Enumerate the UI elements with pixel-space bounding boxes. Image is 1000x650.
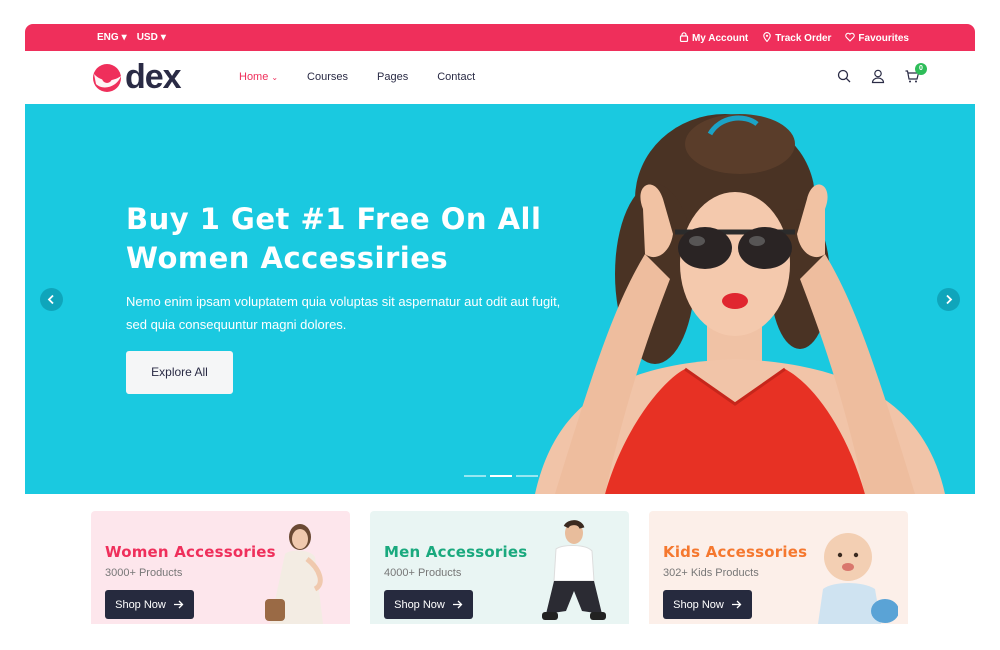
category-subtitle: 3000+ Products bbox=[105, 567, 183, 579]
language-label: ENG bbox=[97, 32, 119, 43]
location-pin-icon bbox=[762, 32, 772, 45]
hero-description-line1: Nemo enim ipsam voluptatem quia voluptas… bbox=[126, 294, 561, 309]
nav-contact-label: Contact bbox=[437, 71, 476, 83]
slider-dot-active[interactable] bbox=[490, 475, 512, 477]
slider-next-button[interactable] bbox=[937, 288, 960, 311]
track-order-link[interactable]: Track Order bbox=[762, 32, 831, 45]
chevron-right-icon bbox=[946, 294, 953, 305]
shop-now-button[interactable]: Shop Now bbox=[663, 590, 752, 619]
track-order-label: Track Order bbox=[775, 33, 832, 44]
category-card-kids[interactable]: Kids Accessories 302+ Kids Products Shop… bbox=[649, 511, 908, 624]
cart-icon[interactable]: 0 bbox=[904, 63, 927, 84]
shop-now-button[interactable]: Shop Now bbox=[384, 590, 473, 619]
category-card-women[interactable]: Women Accessories 3000+ Products Shop No… bbox=[91, 511, 350, 624]
favourites-label: Favourites bbox=[858, 33, 909, 44]
nav-courses-label: Courses bbox=[307, 71, 349, 83]
language-selector[interactable]: ENG ▾ bbox=[97, 32, 127, 43]
category-subtitle: 302+ Kids Products bbox=[663, 567, 759, 579]
nav-pages-label: Pages bbox=[377, 71, 409, 83]
hero-description: Nemo enim ipsam voluptatem quia voluptas… bbox=[126, 290, 596, 336]
men-model-image bbox=[542, 520, 606, 620]
nav-home[interactable]: Home ⌄ bbox=[239, 71, 278, 83]
category-title: Men Accessories bbox=[384, 543, 528, 561]
category-cards: Women Accessories 3000+ Products Shop No… bbox=[91, 511, 908, 624]
category-subtitle: 4000+ Products bbox=[384, 567, 462, 579]
nav-courses[interactable]: Courses bbox=[307, 71, 348, 83]
nav-pages[interactable]: Pages bbox=[377, 71, 408, 83]
nav-contact[interactable]: Contact bbox=[437, 71, 475, 83]
arrow-right-icon bbox=[173, 600, 184, 609]
chevron-down-icon: ▾ bbox=[160, 32, 166, 43]
heart-icon bbox=[845, 32, 856, 45]
category-card-men[interactable]: Men Accessories 4000+ Products Shop Now bbox=[370, 511, 629, 624]
hero-title-line1: Buy 1 Get #1 Free On All bbox=[126, 202, 542, 236]
slider-prev-button[interactable] bbox=[40, 288, 63, 311]
explore-all-button[interactable]: Explore All bbox=[126, 351, 233, 394]
my-account-label: My Account bbox=[691, 33, 749, 44]
hero-slider: Buy 1 Get #1 Free On All Women Accessiri… bbox=[25, 104, 975, 494]
arrow-right-icon bbox=[452, 600, 463, 609]
slider-dot[interactable] bbox=[464, 475, 486, 477]
cart-count-badge: 0 bbox=[915, 63, 927, 75]
my-account-link[interactable]: My Account bbox=[679, 32, 748, 45]
logo-mark-icon bbox=[93, 64, 121, 92]
logo-text: dex bbox=[125, 58, 182, 96]
chevron-down-icon: ▾ bbox=[121, 32, 127, 43]
logo[interactable]: dex bbox=[91, 58, 182, 96]
slider-dots bbox=[464, 475, 538, 477]
main-header: dex Home ⌄ Courses Pages Contact 0 bbox=[25, 51, 975, 104]
search-icon[interactable] bbox=[836, 68, 852, 84]
hero-title: Buy 1 Get #1 Free On All Women Accessiri… bbox=[126, 200, 546, 278]
favourites-link[interactable]: Favourites bbox=[845, 32, 909, 45]
chevron-left-icon bbox=[47, 294, 54, 305]
top-bar: ENG ▾ USD ▾ My Account Track Order Favou… bbox=[25, 24, 975, 51]
kids-model-image bbox=[818, 533, 898, 624]
women-model-image bbox=[265, 524, 323, 624]
shop-now-label: Shop Now bbox=[673, 598, 724, 611]
lock-icon bbox=[679, 32, 689, 45]
page-frame: ENG ▾ USD ▾ My Account Track Order Favou… bbox=[25, 24, 975, 624]
user-icon[interactable] bbox=[870, 68, 886, 84]
slider-dot[interactable] bbox=[516, 475, 538, 477]
hero-title-line2: Women Accessiries bbox=[126, 241, 449, 275]
shop-now-label: Shop Now bbox=[394, 598, 445, 611]
arrow-right-icon bbox=[731, 600, 742, 609]
category-title: Kids Accessories bbox=[663, 543, 808, 561]
shop-now-button[interactable]: Shop Now bbox=[105, 590, 194, 619]
nav-home-label: Home bbox=[239, 71, 269, 83]
hero-description-line2: sed quia consequuntur magni dolores. bbox=[126, 317, 347, 332]
header-actions: 0 bbox=[836, 63, 927, 84]
currency-label: USD bbox=[136, 32, 158, 43]
chevron-down-icon: ⌄ bbox=[271, 72, 279, 82]
main-nav: Home ⌄ Courses Pages Contact bbox=[239, 71, 475, 83]
shop-now-label: Shop Now bbox=[115, 598, 166, 611]
currency-selector[interactable]: USD ▾ bbox=[137, 32, 166, 43]
